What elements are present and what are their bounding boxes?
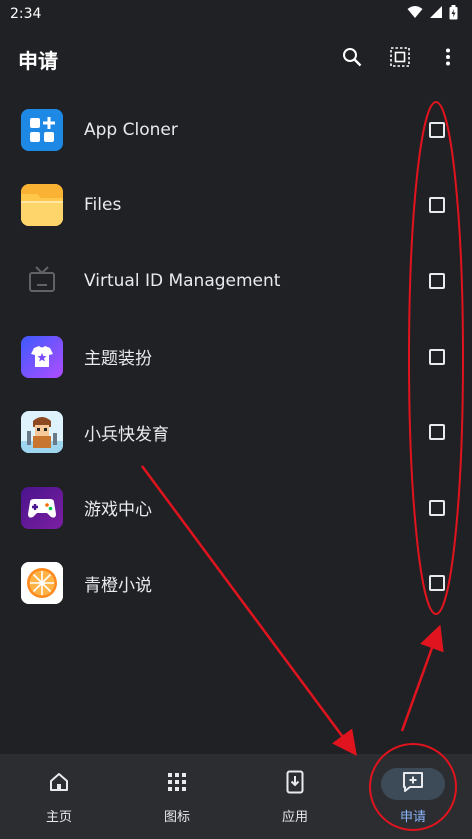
nav-label: 主页 bbox=[45, 810, 72, 825]
app-name: App Cloner bbox=[84, 119, 178, 140]
app-checkbox[interactable] bbox=[429, 424, 445, 441]
app-bar-actions bbox=[328, 35, 472, 83]
bottom-navigation: 主页 图标 应用 申请 bbox=[0, 754, 472, 839]
select-all-icon bbox=[390, 47, 410, 71]
more-vert-icon bbox=[445, 48, 451, 70]
app-install-icon bbox=[286, 770, 304, 798]
home-icon bbox=[48, 771, 70, 797]
status-time: 2:34 bbox=[10, 6, 42, 22]
folder-icon bbox=[21, 184, 63, 227]
orange-slice-icon bbox=[21, 562, 63, 605]
list-item-xiaobing[interactable]: 小兵快发育 bbox=[0, 394, 472, 470]
app-checkbox[interactable] bbox=[429, 272, 445, 289]
game-character-icon bbox=[21, 411, 63, 454]
app-bar: 申请 bbox=[0, 28, 472, 90]
signal-icon bbox=[429, 5, 443, 23]
nav-icon-container bbox=[27, 768, 91, 800]
nav-item-apps[interactable]: 应用 bbox=[236, 754, 354, 839]
nav-icon-container bbox=[381, 768, 445, 800]
battery-icon bbox=[449, 4, 458, 24]
app-checkbox[interactable] bbox=[429, 197, 445, 214]
gamepad-icon bbox=[21, 486, 63, 529]
app-name: 青橙小说 bbox=[84, 575, 152, 596]
app-checkbox[interactable] bbox=[429, 121, 445, 138]
nav-item-home[interactable]: 主页 bbox=[0, 754, 118, 839]
app-cloner-icon bbox=[21, 108, 63, 151]
list-item-virtual-id-management[interactable]: Virtual ID Management bbox=[0, 243, 472, 319]
nav-item-request[interactable]: 申请 bbox=[354, 754, 472, 839]
nav-label: 应用 bbox=[281, 810, 308, 825]
wifi-icon bbox=[407, 5, 423, 23]
app-name: 游戏中心 bbox=[84, 500, 152, 521]
app-list: App Cloner Files Virtual ID Management 主… bbox=[0, 92, 472, 621]
status-bar: 2:34 bbox=[0, 0, 472, 28]
app-name: Virtual ID Management bbox=[84, 270, 281, 291]
status-icons bbox=[407, 4, 458, 24]
request-icon bbox=[402, 771, 424, 797]
list-item-game-center[interactable]: 游戏中心 bbox=[0, 470, 472, 546]
app-name: 主题装扮 bbox=[84, 349, 152, 370]
more-options-button[interactable] bbox=[424, 35, 472, 83]
nav-label: 图标 bbox=[163, 810, 190, 825]
app-name: Files bbox=[84, 195, 122, 216]
search-icon bbox=[342, 47, 362, 71]
screen: 2:34 申请 App Cloner Files Virtual ID Mana… bbox=[0, 0, 472, 839]
select-all-button[interactable] bbox=[376, 35, 424, 83]
tv-icon bbox=[21, 259, 63, 302]
app-checkbox[interactable] bbox=[429, 348, 445, 365]
theme-shirt-icon bbox=[21, 335, 63, 378]
nav-item-icons[interactable]: 图标 bbox=[118, 754, 236, 839]
app-name: 小兵快发育 bbox=[84, 424, 169, 445]
list-item-theme[interactable]: 主题装扮 bbox=[0, 319, 472, 395]
annotation-arrow-to-checkboxes bbox=[400, 624, 444, 732]
list-item-qingcheng-novel[interactable]: 青橙小说 bbox=[0, 546, 472, 622]
list-item-app-cloner[interactable]: App Cloner bbox=[0, 92, 472, 168]
app-checkbox[interactable] bbox=[429, 499, 445, 516]
grid-icon bbox=[167, 772, 187, 796]
nav-icon-container bbox=[145, 768, 209, 800]
app-checkbox[interactable] bbox=[429, 575, 445, 592]
nav-label: 申请 bbox=[399, 810, 426, 825]
page-title: 申请 bbox=[18, 48, 58, 73]
list-item-files[interactable]: Files bbox=[0, 168, 472, 244]
nav-icon-container bbox=[263, 768, 327, 800]
search-button[interactable] bbox=[328, 35, 376, 83]
